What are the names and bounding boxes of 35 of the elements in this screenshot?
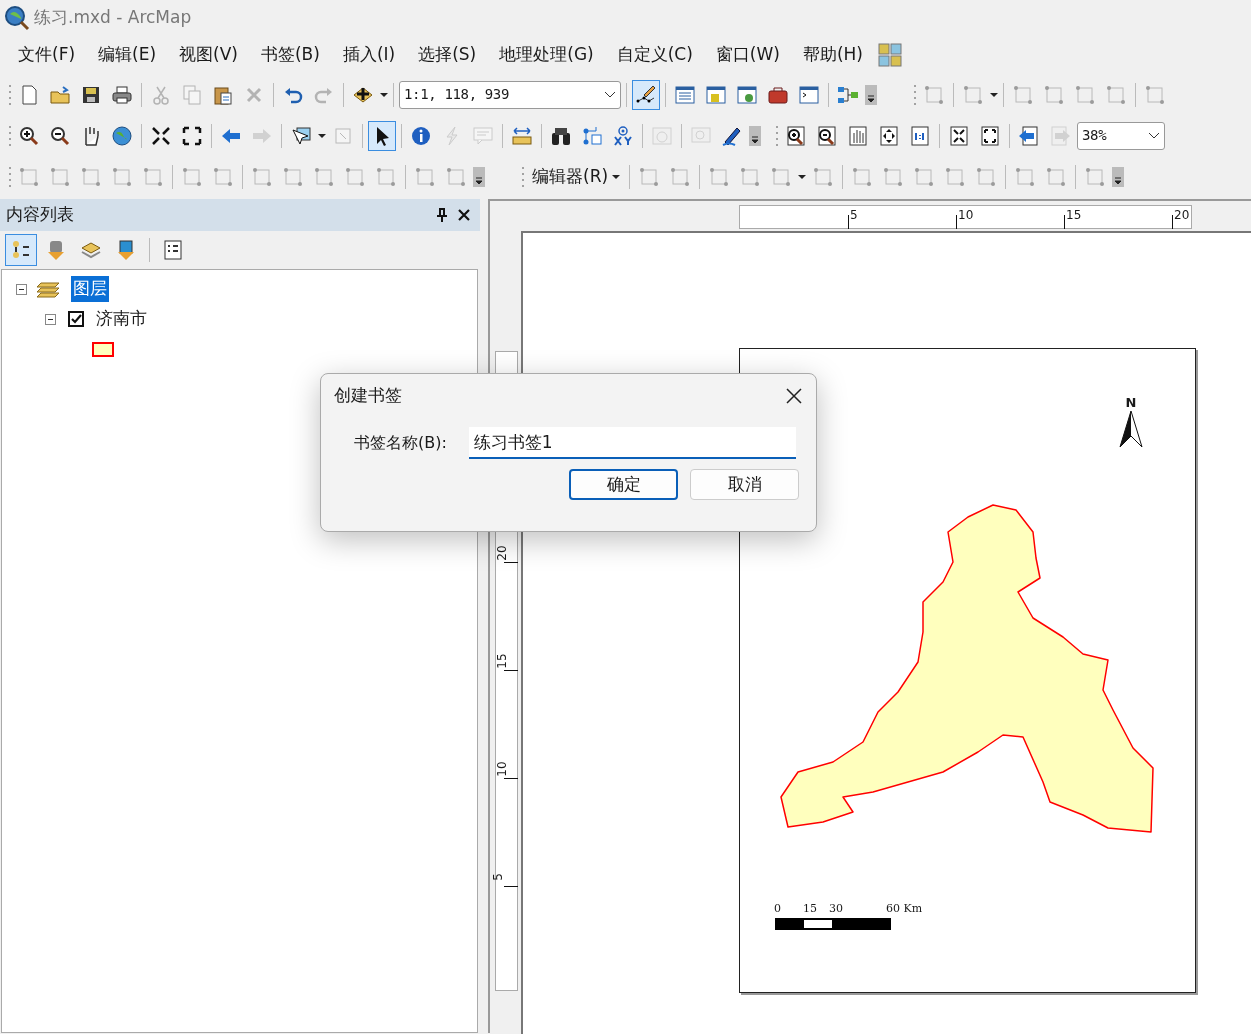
panel-title: 内容列表 [6, 203, 74, 227]
menu-item[interactable]: 编辑(E) [90, 40, 165, 70]
ruler-label: 15 [493, 653, 510, 669]
menu-item[interactable]: 帮助(H) [794, 40, 871, 70]
ok-button[interactable]: 确定 [569, 469, 678, 500]
editor-menu[interactable]: 编辑器(R) [528, 163, 625, 190]
ruler-label: 20 [1174, 207, 1190, 224]
scale-bar-label: 30 [829, 901, 843, 917]
ruler-label: 5 [489, 873, 506, 881]
menu-item[interactable]: 选择(S) [410, 40, 485, 70]
scale-dropdown[interactable]: 1:1, 118, 939 [399, 80, 621, 109]
dialog-title: 创建书签 [334, 384, 402, 408]
ruler-label: 20 [493, 545, 510, 561]
cancel-button[interactable]: 取消 [690, 469, 799, 500]
ruler-label: 5 [850, 207, 858, 224]
ruler-label: 10 [493, 761, 510, 777]
menu-item[interactable]: 视图(V) [171, 40, 246, 70]
ruler-label: 10 [958, 207, 974, 224]
scale-bar-label: 60 Km [886, 901, 923, 917]
north-arrow-label: N [1125, 396, 1137, 410]
menu-item[interactable]: 书签(B) [252, 40, 328, 70]
bookmark-name-field[interactable]: 练习书签1 [468, 427, 796, 459]
layer-label[interactable]: 济南市 [96, 306, 147, 332]
layer-group-label[interactable]: 图层 [71, 276, 109, 302]
menu-item[interactable]: 文件(F) [10, 40, 84, 70]
menu-item[interactable]: 插入(I) [334, 40, 404, 70]
menu-item[interactable]: 窗口(W) [707, 40, 788, 70]
menu-item[interactable]: 地理处理(G) [491, 40, 602, 70]
menu-item[interactable]: 自定义(C) [608, 40, 701, 70]
scale-bar-label: 15 [803, 901, 817, 917]
scale-bar-label: 0 [774, 901, 781, 917]
window-title: 练习.mxd - ArcMap [34, 6, 192, 30]
ruler-label: 15 [1066, 207, 1082, 224]
field-label: 书签名称(B): [354, 432, 447, 454]
zoom-dropdown[interactable]: 38% [1077, 121, 1165, 150]
